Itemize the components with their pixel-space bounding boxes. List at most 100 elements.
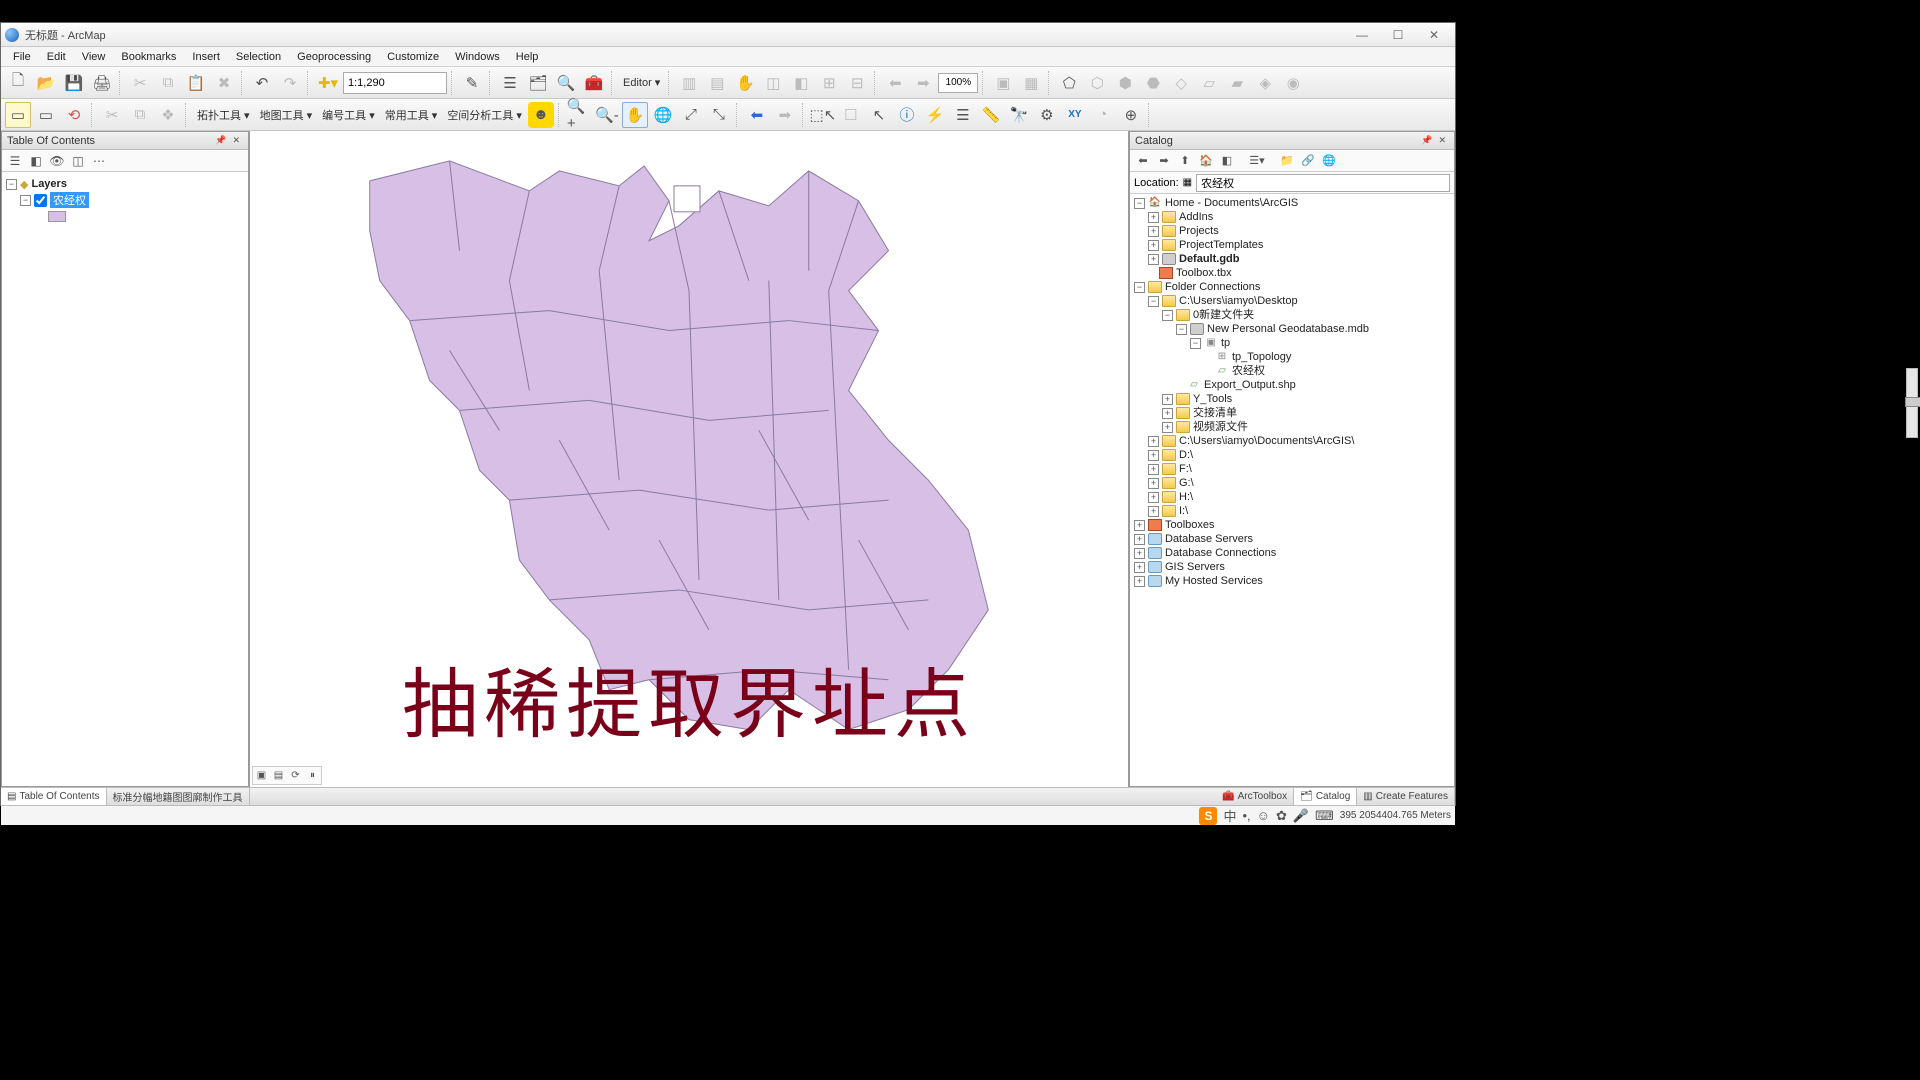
select-elements-icon[interactable]: ⬚↖ (810, 102, 836, 128)
toc-pin-icon[interactable]: 📌 (212, 135, 229, 146)
minimize-button[interactable]: — (1345, 26, 1379, 44)
zoom-pct-input[interactable] (938, 73, 978, 93)
redo-icon[interactable]: ↷ (277, 70, 303, 96)
catalog-projects[interactable]: Projects (1179, 224, 1219, 238)
menu-edit[interactable]: Edit (39, 49, 74, 65)
data-view-icon[interactable]: ▣ (254, 768, 269, 783)
clear-selection-icon[interactable]: ▭ (33, 102, 59, 128)
cat-back-icon[interactable]: ⬅ (1134, 152, 1152, 170)
edit-tool2-icon[interactable]: ▤ (704, 70, 730, 96)
catalog-spywj[interactable]: 视频源文件 (1193, 420, 1248, 434)
layers-root[interactable]: Layers (31, 178, 66, 190)
menu-windows[interactable]: Windows (447, 49, 508, 65)
layer-symbol-icon[interactable] (48, 211, 66, 222)
menu-customize[interactable]: Customize (379, 49, 447, 65)
full-extent-icon[interactable]: 🌐 (650, 102, 676, 128)
catalog-desktop[interactable]: C:\Users\iamyo\Desktop (1179, 294, 1298, 308)
catalog-home[interactable]: Home - Documents\ArcGIS (1165, 196, 1298, 210)
cat-home-icon[interactable]: 🏠 (1197, 152, 1215, 170)
layer-checkbox[interactable] (34, 194, 47, 207)
maximize-button[interactable]: ☐ (1381, 26, 1415, 44)
catalog-drive-d[interactable]: D:\ (1179, 448, 1193, 462)
tab-toc[interactable]: ▤ Table Of Contents (1, 788, 107, 805)
cat-toggle-icon[interactable]: ◧ (1218, 152, 1236, 170)
catalog-tree[interactable]: −🏠Home - Documents\ArcGIS +AddIns +Proje… (1130, 194, 1454, 786)
goto-xy-icon[interactable]: XY (1062, 102, 1088, 128)
catalog-pgdb[interactable]: New Personal Geodatabase.mdb (1207, 322, 1369, 336)
number-tools-dropdown[interactable]: 编号工具 ▾ (318, 105, 379, 125)
cat-connect-gis-icon[interactable]: 🌐 (1320, 152, 1338, 170)
topo2-icon[interactable]: ⬡ (1084, 70, 1110, 96)
emoji-icon[interactable]: ☻ (528, 102, 554, 128)
edit-tool-icon[interactable]: ▥ (676, 70, 702, 96)
ime-punct-icon[interactable]: •, (1242, 808, 1250, 823)
edit-tool4-icon[interactable]: ◫ (760, 70, 786, 96)
save-icon[interactable]: 💾 (61, 70, 87, 96)
menu-geoprocessing[interactable]: Geoprocessing (289, 49, 379, 65)
catalog-export[interactable]: Export_Output.shp (1204, 378, 1296, 392)
add-data-icon[interactable]: ✚▾ (315, 70, 341, 96)
cut-icon[interactable]: ✂ (127, 70, 153, 96)
tab-catalog[interactable]: 🗂 Catalog (1294, 788, 1357, 805)
cat-up-icon[interactable]: ⬆ (1176, 152, 1194, 170)
time-slider-icon[interactable]: ◔ (1090, 102, 1116, 128)
topo8-icon[interactable]: ◈ (1252, 70, 1278, 96)
map-view[interactable]: 抽稀提取界址点 ▣ ▤ ⟳ ⏸ (249, 131, 1129, 787)
edit-tool7-icon[interactable]: ⊟ (844, 70, 870, 96)
nav-back-icon[interactable]: ⬅ (882, 70, 908, 96)
select-features-icon[interactable]: ▭ (5, 102, 31, 128)
create-viewer-icon[interactable]: ⊕ (1118, 102, 1144, 128)
find-route-icon[interactable]: ⚙ (1034, 102, 1060, 128)
edit-tool6-icon[interactable]: ⊞ (816, 70, 842, 96)
catalog-pin-icon[interactable]: 📌 (1418, 135, 1435, 146)
print-icon[interactable]: 🖨 (89, 70, 115, 96)
expand-icon[interactable]: − (20, 195, 31, 206)
menu-help[interactable]: Help (508, 49, 547, 65)
new-icon[interactable]: 🗋 (5, 70, 31, 96)
layout-tool2-icon[interactable]: ▦ (1018, 70, 1044, 96)
menu-selection[interactable]: Selection (228, 49, 289, 65)
catalog-defgdb[interactable]: Default.gdb (1179, 252, 1240, 266)
zoom-to-sel-icon[interactable]: ⤢ (678, 102, 704, 128)
catalog-toolbox[interactable]: Toolbox.tbx (1176, 266, 1232, 280)
catalog-tp[interactable]: tp (1221, 336, 1230, 350)
map-tools-dropdown[interactable]: 地图工具 ▾ (256, 105, 317, 125)
list-by-selection-icon[interactable]: ◫ (69, 152, 87, 170)
delete-icon[interactable]: ✖ (211, 70, 237, 96)
next-extent-icon[interactable]: ➡ (772, 102, 798, 128)
copy-icon[interactable]: ⧉ (155, 70, 181, 96)
catalog-dbservers[interactable]: Database Servers (1165, 532, 1253, 546)
list-by-source-icon[interactable]: ◧ (27, 152, 45, 170)
catalog-myhosted[interactable]: My Hosted Services (1165, 574, 1263, 588)
paste-icon[interactable]: 📋 (183, 70, 209, 96)
menu-insert[interactable]: Insert (184, 49, 228, 65)
list-by-visibility-icon[interactable]: 👁 (48, 152, 66, 170)
search-window-icon[interactable]: 🔍 (553, 70, 579, 96)
zoom-in-icon[interactable]: 🔍+ (566, 102, 592, 128)
editor-toolbar-icon[interactable]: ✎ (459, 70, 485, 96)
chain-icon[interactable]: ⟲ (61, 102, 87, 128)
layout-view-icon[interactable]: ▤ (271, 768, 286, 783)
cut2-icon[interactable]: ✂ (99, 102, 125, 128)
tab-create-features[interactable]: ▥ Create Features (1357, 788, 1455, 805)
topo6-icon[interactable]: ▱ (1196, 70, 1222, 96)
ime-mic-icon[interactable]: 🎤 (1293, 808, 1309, 824)
menu-view[interactable]: View (74, 49, 114, 65)
edit-tool5-icon[interactable]: ◧ (788, 70, 814, 96)
catalog-ytools[interactable]: Y_Tools (1193, 392, 1232, 406)
toc-close-icon[interactable]: ✕ (229, 135, 243, 146)
catalog-drive-g[interactable]: G:\ (1179, 476, 1194, 490)
topo-icon[interactable]: ⬠ (1056, 70, 1082, 96)
toc-toggle-icon[interactable]: ☰ (497, 70, 523, 96)
measure-icon[interactable]: 📏 (978, 102, 1004, 128)
catalog-drive-i[interactable]: I:\ (1179, 504, 1188, 518)
layout-tool1-icon[interactable]: ▣ (990, 70, 1016, 96)
topo3-icon[interactable]: ⬢ (1112, 70, 1138, 96)
arctoolbox-icon[interactable]: 🧰 (581, 70, 607, 96)
edit-tool3-icon[interactable]: ✋ (732, 70, 758, 96)
catalog-close-icon[interactable]: ✕ (1435, 135, 1449, 146)
catalog-addins[interactable]: AddIns (1179, 210, 1213, 224)
expand-icon[interactable]: − (6, 179, 17, 190)
toc-tree[interactable]: −◆Layers −农经权 (2, 172, 248, 786)
ime-keyboard-icon[interactable]: ⌨ (1315, 808, 1334, 824)
